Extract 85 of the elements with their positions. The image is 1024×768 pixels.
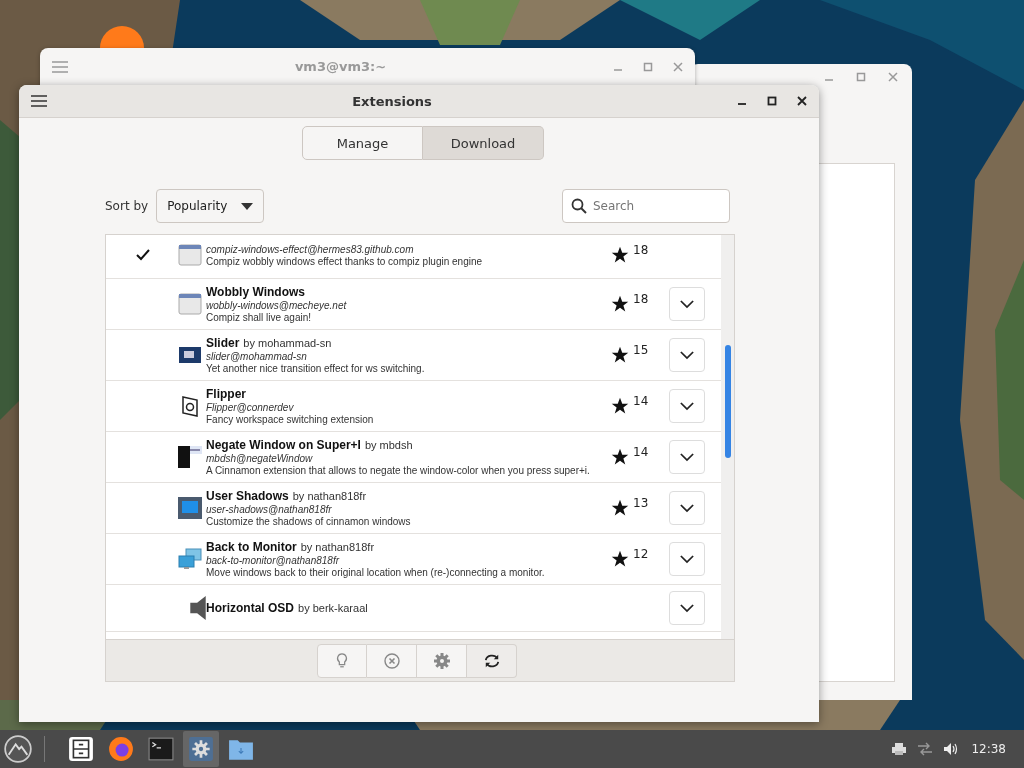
extension-title: Slider bbox=[206, 336, 240, 350]
extension-uuid: wobbly-windows@mecheye.net bbox=[206, 300, 348, 311]
star-icon bbox=[611, 346, 629, 364]
extension-uuid: mbdsh@negateWindow bbox=[206, 453, 314, 464]
close-icon[interactable] bbox=[797, 96, 807, 106]
clock[interactable]: 12:38 bbox=[971, 742, 1006, 756]
lightbulb-icon bbox=[334, 652, 350, 669]
gear-icon bbox=[188, 736, 214, 762]
window-title: Extensions bbox=[351, 93, 433, 109]
chevron-icon bbox=[680, 554, 694, 564]
extension-title: Negate Window on Super+I bbox=[206, 438, 361, 452]
extension-uuid: Flipper@connerdev bbox=[206, 402, 295, 413]
chevron-icon bbox=[680, 503, 694, 513]
volume-icon[interactable] bbox=[943, 741, 960, 757]
extension-title: Flipper bbox=[206, 387, 246, 401]
window-icon bbox=[178, 445, 202, 469]
star-icon bbox=[611, 448, 629, 466]
extension-title: Horizontal OSD bbox=[206, 601, 294, 615]
extension-description: Fancy workspace switching extension bbox=[206, 414, 375, 425]
network-icon[interactable] bbox=[917, 741, 934, 757]
extension-description: Move windows back to their original location when (re-)connecting a monitor. bbox=[206, 567, 546, 578]
rating-count: 14 bbox=[633, 445, 649, 459]
extension-title: Wobbly Windows bbox=[206, 285, 305, 299]
remove-icon bbox=[383, 652, 400, 669]
rating-count: 18 bbox=[633, 243, 649, 257]
maximize-icon[interactable] bbox=[767, 96, 777, 106]
refresh-button[interactable] bbox=[467, 643, 517, 678]
cabinet-icon bbox=[68, 736, 94, 762]
sort-label: Sort by bbox=[105, 199, 149, 213]
chevron-icon bbox=[680, 603, 694, 613]
chevron-icon bbox=[680, 452, 694, 462]
extension-description: Compiz shall live again! bbox=[206, 312, 313, 323]
author-byline: by nathan818fr bbox=[292, 490, 367, 502]
extension-description: A Cinnamon extension that allows to negate the window-color when you press super+i. bbox=[206, 465, 591, 476]
search-field[interactable]: Search bbox=[562, 189, 730, 223]
refresh-icon bbox=[483, 652, 500, 669]
extension-title: Back to Monitor bbox=[206, 540, 297, 554]
expand-button[interactable] bbox=[669, 491, 705, 525]
monitor-icon bbox=[178, 496, 202, 520]
remove-button[interactable] bbox=[367, 643, 417, 678]
window-icon bbox=[178, 243, 202, 267]
printer-icon[interactable] bbox=[891, 741, 908, 757]
chevron-icon bbox=[680, 350, 694, 360]
author-byline: by berk-karaal bbox=[298, 602, 368, 614]
extension-title: User Shadows bbox=[206, 489, 289, 503]
expand-button[interactable] bbox=[669, 440, 705, 474]
expand-button[interactable] bbox=[669, 338, 705, 372]
star-icon bbox=[611, 246, 629, 264]
expand-button[interactable] bbox=[669, 542, 705, 576]
rating-count: 18 bbox=[633, 292, 649, 306]
expand-button[interactable] bbox=[669, 389, 705, 423]
rating-count: 12 bbox=[633, 547, 649, 561]
sort-dropdown[interactable]: Popularity bbox=[156, 189, 265, 223]
extension-description: Customize the shadows of cinnamon windows bbox=[206, 516, 412, 527]
tab[interactable]: Download bbox=[423, 126, 544, 160]
gear-icon bbox=[433, 652, 450, 669]
chevron-icon bbox=[680, 299, 694, 309]
tab[interactable]: Manage bbox=[302, 126, 423, 160]
menu-icon[interactable] bbox=[31, 95, 47, 107]
expand-button[interactable] bbox=[669, 591, 705, 625]
star-icon bbox=[611, 550, 629, 568]
expand-button[interactable] bbox=[669, 287, 705, 321]
terminal-icon bbox=[148, 736, 174, 762]
window-title: vm3@vm3:~ bbox=[293, 59, 388, 74]
star-icon bbox=[611, 295, 629, 313]
star-icon bbox=[611, 397, 629, 415]
extension-description: Yet another nice transition effect for ws switching. bbox=[206, 363, 426, 374]
extension-uuid: slider@mohammad-sn bbox=[206, 351, 308, 362]
extension-uuid: user-shadows@nathan818fr bbox=[206, 504, 333, 515]
extension-description: Compiz wobbly windows effect thanks to compiz plugin engine bbox=[206, 256, 484, 267]
chevron-icon bbox=[680, 401, 694, 411]
author-byline: by nathan818fr bbox=[300, 541, 375, 553]
rating-count: 14 bbox=[633, 394, 649, 408]
monitors-icon bbox=[178, 547, 202, 571]
search-icon bbox=[571, 198, 587, 214]
window-icon bbox=[178, 292, 202, 316]
extension-uuid: back-to-monitor@nathan818fr bbox=[206, 555, 341, 566]
browser-icon bbox=[108, 736, 134, 762]
rating-count: 15 bbox=[633, 343, 649, 357]
caret-icon bbox=[241, 202, 254, 210]
extension-uuid: compiz-windows-effect@hermes83.github.com bbox=[206, 244, 415, 255]
author-byline: by mbdsh bbox=[364, 439, 413, 451]
author-byline: by mohammad-sn bbox=[243, 337, 332, 349]
rating-count: 13 bbox=[633, 496, 649, 510]
star-icon bbox=[611, 499, 629, 517]
